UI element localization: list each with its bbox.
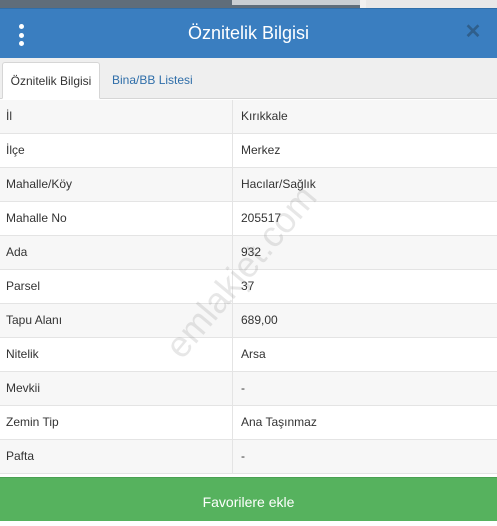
row-value: Kırıkkale bbox=[241, 109, 288, 123]
table-row: Tapu Alanı 689,00 bbox=[0, 304, 497, 338]
row-value: - bbox=[241, 381, 245, 395]
row-value: Merkez bbox=[241, 143, 281, 157]
tab-bar: Öznitelik Bilgisi Bina/BB Listesi bbox=[0, 58, 497, 99]
row-label: İlçe bbox=[0, 134, 233, 167]
tab-oznitelik-bilgisi[interactable]: Öznitelik Bilgisi bbox=[2, 62, 100, 99]
table-row: Mevkii - bbox=[0, 372, 497, 406]
row-label: Pafta bbox=[0, 440, 233, 473]
background-window-strip bbox=[0, 0, 497, 8]
table-row: Nitelik Arsa bbox=[0, 338, 497, 372]
row-value: Arsa bbox=[241, 347, 266, 361]
background-strip-right bbox=[366, 0, 497, 8]
row-value: 37 bbox=[241, 279, 255, 293]
row-label: Mahalle/Köy bbox=[0, 168, 233, 201]
table-row: Ada 932 bbox=[0, 236, 497, 270]
row-label: Mevkii bbox=[0, 372, 233, 405]
row-value: Ana Taşınmaz bbox=[241, 415, 317, 429]
table-row: Pafta - bbox=[0, 440, 497, 474]
row-label: Parsel bbox=[0, 270, 233, 303]
row-value: Hacılar/Sağlık bbox=[241, 177, 316, 191]
dialog-header: Öznitelik Bilgisi ✕ bbox=[0, 8, 497, 58]
row-value: 932 bbox=[241, 245, 262, 259]
close-icon[interactable]: ✕ bbox=[463, 22, 483, 42]
table-row: Mahalle No 205517 bbox=[0, 202, 497, 236]
row-label: Zemin Tip bbox=[0, 406, 233, 439]
row-value: - bbox=[241, 449, 245, 463]
background-strip-light bbox=[232, 0, 360, 5]
row-label: Ada bbox=[0, 236, 233, 269]
attribute-table: İl Kırıkkale İlçe Merkez Mahalle/Köy Hac… bbox=[0, 100, 497, 474]
row-value: 205517 bbox=[241, 211, 282, 225]
row-label: İl bbox=[0, 100, 233, 133]
table-row: İl Kırıkkale bbox=[0, 100, 497, 134]
add-favorites-button[interactable]: Favorilere ekle bbox=[0, 477, 497, 521]
table-row: Zemin Tip Ana Taşınmaz bbox=[0, 406, 497, 440]
row-label: Mahalle No bbox=[0, 202, 233, 235]
row-label: Tapu Alanı bbox=[0, 304, 233, 337]
row-value: 689,00 bbox=[241, 313, 278, 327]
row-label: Nitelik bbox=[0, 338, 233, 371]
dialog-title: Öznitelik Bilgisi bbox=[187, 23, 310, 43]
table-row: Mahalle/Köy Hacılar/Sağlık bbox=[0, 168, 497, 202]
table-row: Parsel 37 bbox=[0, 270, 497, 304]
tab-bina-bb-listesi[interactable]: Bina/BB Listesi bbox=[104, 62, 201, 99]
table-row: İlçe Merkez bbox=[0, 134, 497, 168]
